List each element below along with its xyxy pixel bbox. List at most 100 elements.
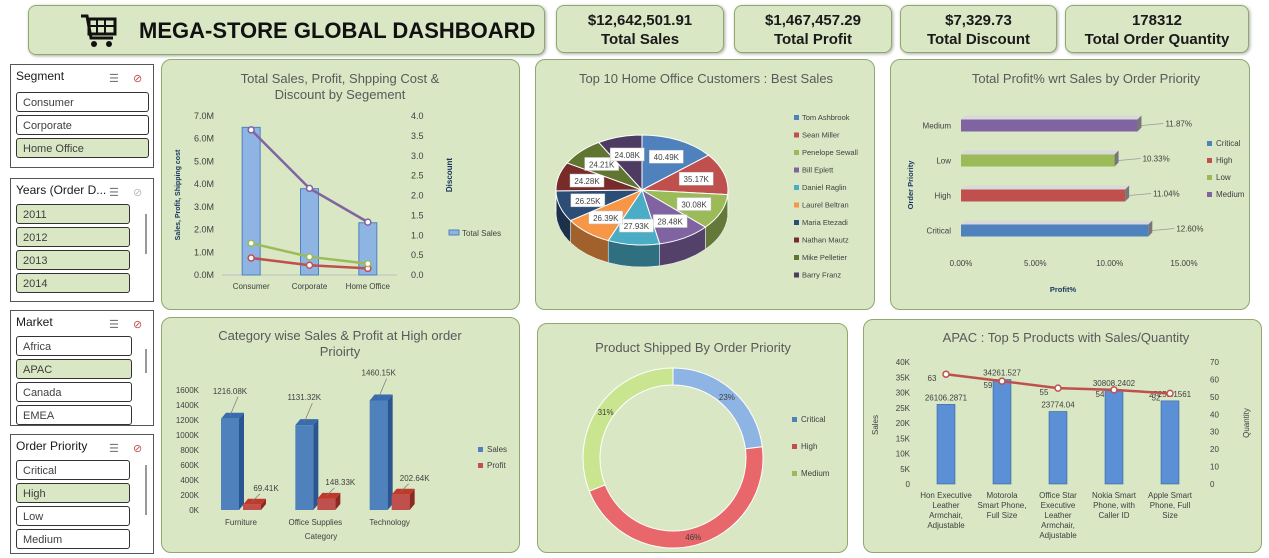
- legend-swatch: [478, 447, 483, 452]
- series-point: [1110, 386, 1118, 394]
- x-tick-label: Phone, with: [1093, 501, 1135, 510]
- legend-swatch: [794, 132, 799, 138]
- slicer-years: Years (Order D... ☰ ⊘ 2011 2012 2013 201…: [10, 178, 154, 302]
- data-label: 24.08K: [615, 151, 641, 160]
- legend-swatch: [792, 417, 797, 422]
- series-point: [247, 126, 255, 134]
- bar-profit: [317, 498, 336, 510]
- x-tick-label: Consumer: [233, 282, 270, 291]
- data-label: 23%: [719, 393, 735, 402]
- y-tick-label: 200K: [180, 491, 199, 500]
- slicer-item[interactable]: APAC: [16, 359, 132, 379]
- page-title: MEGA-STORE GLOBAL DASHBOARD: [139, 18, 536, 43]
- kpi-total-sales: $12,642,501.91 Total Sales: [556, 5, 724, 53]
- panel-customers-chart: Top 10 Home Office Customers : Best Sale…: [535, 59, 875, 310]
- data-label-leader: [1141, 123, 1164, 126]
- x-tick-label: 5.00%: [1024, 259, 1047, 268]
- legend-label: Profit: [487, 461, 506, 470]
- kpi-label: Total Discount: [926, 31, 1031, 48]
- header-banner: MEGA-STORE GLOBAL DASHBOARD: [28, 5, 545, 55]
- legend-swatch: [794, 202, 799, 208]
- kpi-total-order-quantity: 178312 Total Order Quantity: [1065, 5, 1249, 53]
- y-tick-label: Low: [936, 157, 951, 166]
- slicer-scrollbar[interactable]: [145, 349, 147, 373]
- clear-filter-icon[interactable]: ⊘: [133, 314, 142, 336]
- data-label: 1460.15K: [362, 368, 397, 377]
- slicer-item[interactable]: 2011: [16, 204, 130, 224]
- slicer-scrollbar[interactable]: [145, 465, 147, 515]
- slicer-item[interactable]: Consumer: [16, 92, 149, 112]
- slicer-item[interactable]: Medium: [16, 529, 130, 549]
- multi-select-icon[interactable]: ☰: [109, 314, 119, 336]
- x-tick-label: 15.00%: [1170, 259, 1197, 268]
- kpi-value: 178312: [1131, 12, 1183, 29]
- legend-label: Critical: [1216, 139, 1241, 148]
- bar-top: [961, 185, 1130, 190]
- slicer-item[interactable]: 2014: [16, 273, 130, 293]
- x-tick-label: Phone, Full: [1150, 501, 1191, 510]
- legend-swatch: [794, 167, 799, 173]
- y-tick-label: 20K: [896, 419, 911, 428]
- y-tick-label: 1600K: [176, 386, 200, 395]
- data-label: 26106.2871: [925, 393, 968, 402]
- data-label: 34261.527: [983, 369, 1021, 378]
- slicer-item[interactable]: Critical: [16, 460, 130, 480]
- slicer-item[interactable]: Africa: [16, 336, 132, 356]
- y2-tick-label: 1.0: [411, 230, 424, 240]
- slicer-item[interactable]: Corporate: [16, 115, 149, 135]
- data-label: 11.04%: [1153, 190, 1180, 199]
- y-tick-label: Medium: [923, 122, 952, 131]
- slicer-scrollbar[interactable]: [145, 214, 147, 254]
- slicer-item[interactable]: Home Office: [16, 138, 149, 158]
- chart-title: APAC : Top 5 Products with Sales/Quantit…: [943, 330, 1190, 345]
- slicer-item[interactable]: Low: [16, 506, 130, 526]
- bar-profit: [391, 494, 410, 510]
- y2-tick-label: 70: [1210, 358, 1219, 367]
- panel-shipped-chart: Product Shipped By Order Priority 23% 46% 3…: [537, 323, 848, 553]
- slicer-item[interactable]: Canada: [16, 382, 132, 402]
- profit-percent-chart: Total Profit% wrt Sales by Order Priorit…: [906, 71, 1245, 294]
- multi-select-icon[interactable]: ☰: [109, 438, 119, 460]
- multi-select-icon[interactable]: ☰: [109, 182, 119, 204]
- data-label: 59: [984, 381, 993, 390]
- clear-filter-icon[interactable]: ⊘: [133, 438, 142, 460]
- slicer-item[interactable]: High: [16, 483, 130, 503]
- legend-label: High: [801, 442, 817, 451]
- multi-select-icon[interactable]: ☰: [109, 68, 119, 90]
- slicer-header: Order Priority ☰ ⊘: [11, 435, 153, 457]
- data-label: 12.60%: [1176, 225, 1203, 234]
- chart-title: Top 10 Home Office Customers : Best Sale…: [579, 71, 834, 86]
- y-axis-label: Sales: [871, 415, 880, 435]
- y2-tick-label: 0.5: [411, 250, 424, 260]
- data-label: 52: [1152, 393, 1161, 402]
- legend-label: Low: [1216, 173, 1231, 182]
- x-tick-label: Hon Executive: [920, 491, 972, 500]
- clear-filter-icon[interactable]: ⊘: [133, 182, 142, 204]
- doughnut-slice: [588, 446, 764, 549]
- x-tick-label: Full Size: [987, 511, 1018, 520]
- shopping-cart-icon: [81, 14, 117, 47]
- slicer-item[interactable]: 2013: [16, 250, 130, 270]
- slicer-title: Segment: [16, 69, 65, 83]
- data-label: 1131.32K: [287, 393, 321, 402]
- slicer-item[interactable]: EMEA: [16, 405, 132, 425]
- legend-label: High: [1216, 156, 1232, 165]
- y-tick-label: 600K: [180, 461, 199, 470]
- bar-side: [387, 394, 393, 510]
- bar-sales: [936, 404, 956, 485]
- series-point: [364, 259, 372, 268]
- y2-tick-label: 4.0: [411, 111, 424, 121]
- chart-title: Product Shipped By Order Priority: [595, 340, 791, 355]
- legend-label: Laurel Beltran: [802, 201, 849, 210]
- kpi-value: $7,329.73: [945, 12, 1012, 29]
- series-point: [305, 261, 314, 269]
- x-tick-label: Home Office: [346, 282, 391, 291]
- kpi-total-profit: $1,467,457.29 Total Profit: [734, 5, 892, 53]
- y2-tick-label: 3.0: [411, 151, 424, 161]
- y-tick-label: 6.0M: [194, 134, 214, 144]
- legend-swatch: [478, 463, 483, 468]
- slicer-item[interactable]: 2012: [16, 227, 130, 247]
- clear-filter-icon[interactable]: ⊘: [133, 68, 142, 90]
- bar-sales: [369, 400, 388, 510]
- x-tick-label: Smart Phone,: [978, 501, 1027, 510]
